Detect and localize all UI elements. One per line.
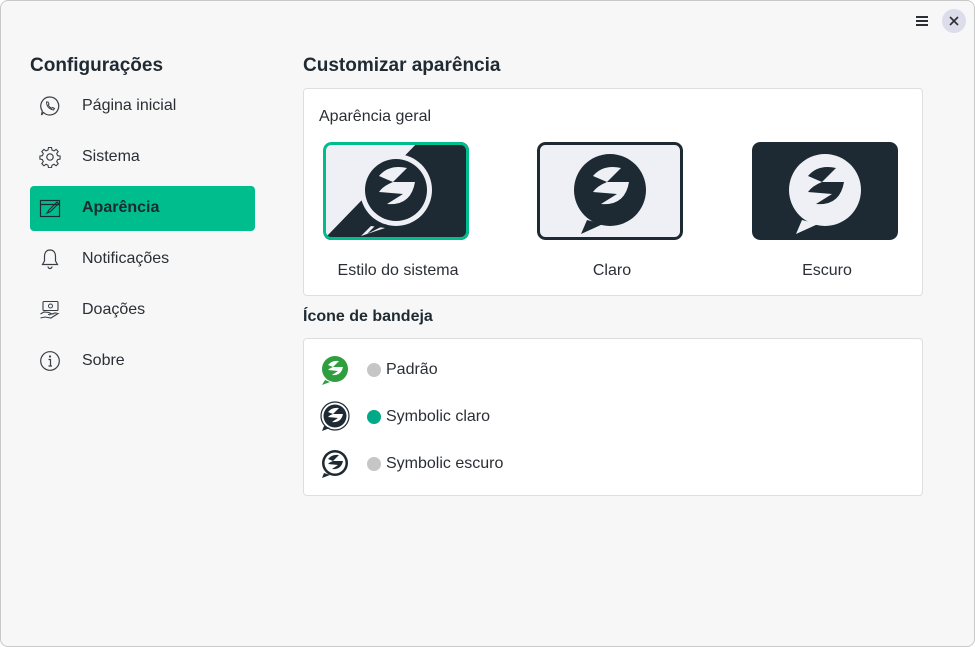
sidebar-item-label: Sistema — [82, 148, 140, 165]
appearance-card: Aparência geral Estilo do sistema Claro … — [303, 88, 923, 296]
sidebar-item-sobre[interactable]: Sobre — [30, 339, 255, 384]
tray-option-default[interactable]: Padrão — [319, 352, 719, 388]
close-button[interactable] — [942, 9, 966, 33]
theme-option-label: Claro — [592, 262, 632, 279]
sidebar-nav: Página inicial Sistema Aparência Notific… — [30, 84, 255, 390]
sidebar-item-label: Notificações — [82, 250, 170, 267]
tray-option-symbolic-dark[interactable]: Symbolic escuro — [319, 446, 719, 482]
tray-card: Padrão Symbolic claro Symbolic escuro — [303, 338, 923, 496]
gear-icon — [39, 146, 61, 168]
theme-option-label: Escuro — [802, 262, 852, 279]
theme-thumb-system — [323, 142, 469, 240]
donation-icon — [40, 300, 60, 319]
sidebar-item-label: Página inicial — [82, 97, 177, 114]
tray-symbolic-light-icon — [320, 401, 350, 431]
theme-thumb-dark — [752, 142, 898, 240]
tray-option-label: Symbolic escuro — [386, 455, 504, 472]
sidebar-item-notificacoes[interactable]: Notificações — [30, 237, 255, 282]
tray-default-radio[interactable] — [367, 363, 381, 377]
tray-section-title: Ícone de bandeja — [303, 308, 433, 325]
whatsapp-icon — [40, 96, 60, 116]
tray-symbolic-dark-radio[interactable] — [367, 457, 381, 471]
theme-option-label: Estilo do sistema — [337, 262, 459, 279]
tray-option-label: Symbolic claro — [386, 408, 491, 425]
tray-symbolic-dark-icon — [322, 450, 348, 478]
theme-option-light[interactable]: Claro — [537, 142, 687, 279]
page-title: Customizar aparência — [303, 55, 501, 76]
edit-icon — [39, 199, 61, 218]
tray-symbolic-light-radio[interactable] — [367, 410, 381, 424]
settings-window: Configurações Página inicial Sistema Apa… — [0, 0, 975, 647]
sidebar-title: Configurações — [30, 55, 164, 76]
theme-option-dark[interactable]: Escuro — [752, 142, 902, 279]
tray-default-icon — [322, 356, 348, 385]
theme-option-system[interactable]: Estilo do sistema — [323, 142, 473, 279]
sidebar-item-aparencia[interactable]: Aparência — [30, 186, 255, 231]
sidebar-item-doacoes[interactable]: Doações — [30, 288, 255, 333]
tray-option-symbolic-light[interactable]: Symbolic claro — [319, 399, 719, 435]
sidebar-item-pagina-inicial[interactable]: Página inicial — [30, 84, 255, 129]
sidebar-item-sistema[interactable]: Sistema — [30, 135, 255, 180]
close-icon — [949, 16, 959, 26]
bell-icon — [41, 249, 59, 270]
appearance-card-title: Aparência geral — [319, 108, 432, 125]
info-icon — [40, 351, 60, 371]
sidebar-item-label: Doações — [82, 301, 146, 318]
hamburger-menu-button[interactable] — [911, 11, 933, 31]
tray-option-label: Padrão — [386, 361, 438, 378]
theme-thumb-light — [537, 142, 683, 240]
sidebar-item-label: Aparência — [82, 199, 160, 216]
sidebar-item-label: Sobre — [82, 352, 125, 369]
